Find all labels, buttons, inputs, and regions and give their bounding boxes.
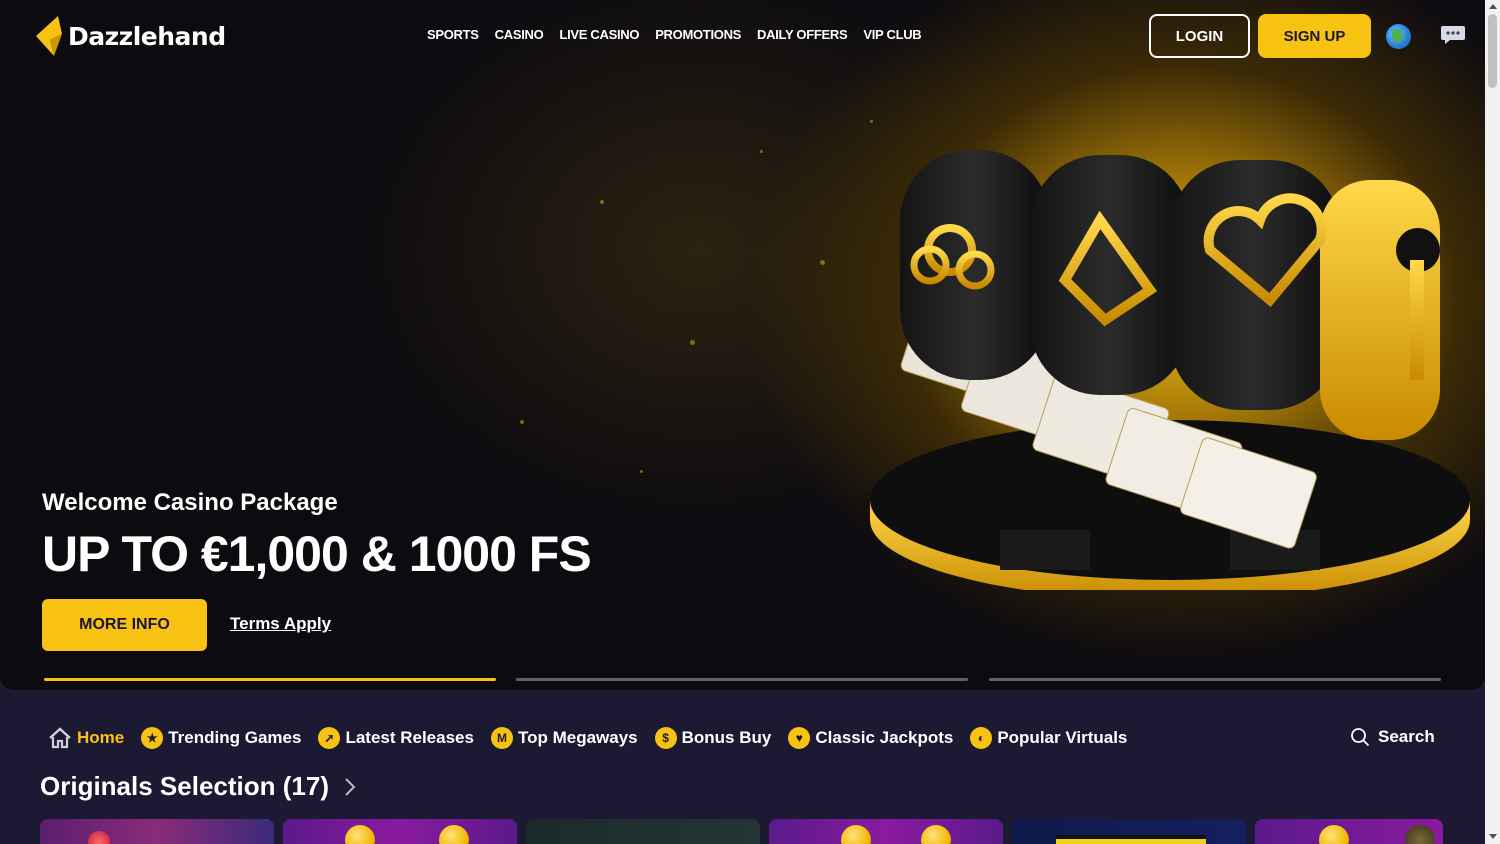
sparkle — [820, 260, 825, 265]
category-top-megaways[interactable]: M Top Megaways — [490, 727, 638, 749]
game-tile[interactable] — [1012, 819, 1246, 844]
more-info-button[interactable]: MORE INFO — [42, 599, 207, 651]
search-button[interactable]: Search — [1350, 727, 1435, 747]
brand-name: Dazzlehand — [68, 21, 226, 51]
sparkle — [600, 200, 604, 204]
scroll-down-arrow-icon[interactable] — [1489, 834, 1497, 839]
category-latest-releases[interactable]: ➚ Latest Releases — [318, 727, 474, 749]
logo-mark-icon — [36, 16, 62, 56]
sparkle — [870, 120, 873, 123]
chat-icon[interactable] — [1440, 24, 1466, 46]
category-label: Latest Releases — [345, 728, 474, 747]
slide-indicator-2[interactable] — [516, 678, 968, 681]
search-label: Search — [1378, 727, 1435, 746]
game-tile[interactable] — [769, 819, 1003, 844]
brand-logo[interactable]: Dazzlehand — [36, 16, 226, 56]
terms-apply-link[interactable]: Terms Apply — [230, 614, 331, 634]
page-scrollbar[interactable] — [1485, 0, 1500, 844]
nav-daily-offers[interactable]: DAILY OFFERS — [757, 27, 848, 42]
slide-progress-fill — [44, 678, 496, 681]
coin-icon — [841, 825, 871, 844]
category-bonus-buy[interactable]: $ Bonus Buy — [654, 727, 772, 749]
section-originals[interactable]: Originals Selection (17) — [40, 771, 357, 802]
search-icon — [1351, 728, 1370, 747]
sparkle — [760, 150, 763, 153]
coin-icon — [921, 825, 951, 844]
category-label: Classic Jackpots — [815, 728, 954, 747]
scroll-up-arrow-icon[interactable] — [1489, 4, 1497, 9]
bonus-buy-icon: $ — [654, 727, 677, 749]
slot-machine-illustration — [870, 150, 1470, 590]
globe-icon[interactable] — [1386, 24, 1411, 49]
chevron-right-icon[interactable] — [343, 777, 357, 797]
category-label: Trending Games — [168, 728, 302, 747]
signup-button[interactable]: SIGN UP — [1258, 14, 1371, 58]
section-title: Originals Selection (17) — [40, 771, 329, 801]
megaways-icon: M — [490, 727, 513, 749]
slide-indicator-1[interactable] — [44, 678, 496, 681]
sparkle — [640, 470, 643, 473]
coin-icon — [1319, 825, 1349, 844]
slide-indicator-3[interactable] — [989, 678, 1441, 681]
nav-promotions[interactable]: PROMOTIONS — [655, 27, 741, 42]
home-icon — [49, 727, 71, 749]
category-label: Popular Virtuals — [997, 728, 1128, 747]
sparkle — [520, 420, 524, 424]
promo-subtitle: Welcome Casino Package — [42, 489, 338, 516]
hero-banner[interactable]: Dazzlehand SPORTS CASINO LIVE CASINO PRO… — [0, 0, 1485, 690]
page: Dazzlehand SPORTS CASINO LIVE CASINO PRO… — [0, 0, 1500, 844]
category-popular-virtuals[interactable]: ◐ Popular Virtuals — [970, 727, 1127, 749]
sparkle — [690, 340, 695, 345]
game-tile[interactable] — [526, 819, 760, 844]
game-tile[interactable] — [1255, 819, 1443, 844]
category-bar: Home ★ Trending Games ➚ Latest Releases … — [48, 727, 1127, 749]
jackpot-icon: ♥ — [788, 727, 811, 749]
nav-sports[interactable]: SPORTS — [427, 27, 479, 42]
category-classic-jackpots[interactable]: ♥ Classic Jackpots — [788, 727, 953, 749]
star-icon: ★ — [141, 727, 164, 749]
category-label: Bonus Buy — [681, 728, 772, 747]
site-header: Dazzlehand SPORTS CASINO LIVE CASINO PRO… — [0, 0, 1485, 72]
nav-live-casino[interactable]: LIVE CASINO — [559, 27, 639, 42]
coin-icon — [345, 825, 375, 844]
game-art — [88, 831, 110, 844]
game-art — [1056, 835, 1206, 844]
nav-vip-club[interactable]: VIP CLUB — [863, 27, 921, 42]
coin-icon — [439, 825, 469, 844]
promo-title: UP TO €1,000 & 1000 FS — [42, 526, 592, 582]
game-tile-row — [40, 819, 1443, 844]
category-label: Top Megaways — [517, 728, 638, 747]
category-trending-games[interactable]: ★ Trending Games — [141, 727, 301, 749]
category-label: Home — [77, 728, 125, 747]
rocket-icon: ➚ — [318, 727, 341, 749]
game-tile[interactable] — [40, 819, 274, 844]
virtuals-icon: ◐ — [970, 727, 993, 749]
category-home[interactable]: Home — [48, 727, 124, 749]
coin-icon — [1405, 825, 1435, 844]
login-button[interactable]: LOGIN — [1149, 14, 1250, 58]
game-tile[interactable] — [283, 819, 517, 844]
nav-casino[interactable]: CASINO — [495, 27, 544, 42]
scroll-thumb[interactable] — [1488, 14, 1497, 88]
main-nav: SPORTS CASINO LIVE CASINO PROMOTIONS DAI… — [427, 27, 922, 42]
